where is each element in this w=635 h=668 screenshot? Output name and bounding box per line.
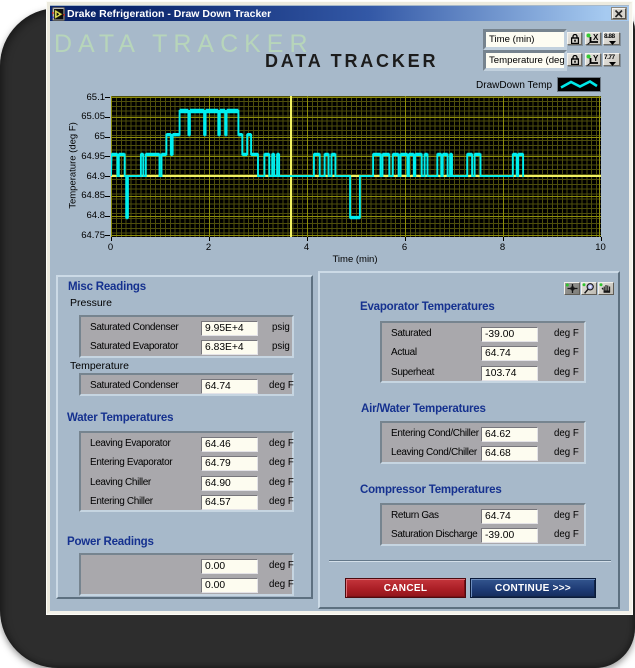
svg-text:X: X [593, 33, 599, 42]
svg-text:Y: Y [593, 54, 599, 63]
